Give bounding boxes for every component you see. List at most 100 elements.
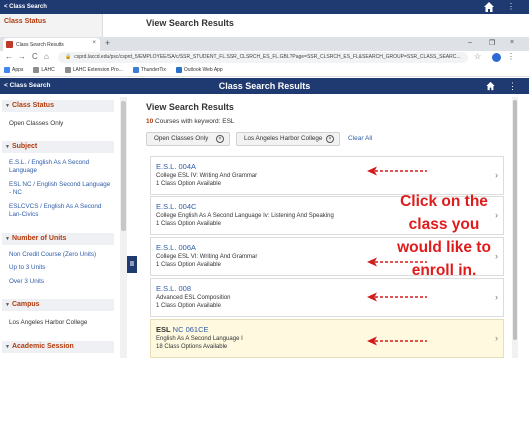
new-tab-button[interactable]: +	[105, 38, 110, 48]
course-row[interactable]: ESL NC 061CE English As A Second Languag…	[150, 319, 504, 358]
caret-down-icon: ▼	[5, 344, 10, 350]
filter-heading-campus[interactable]: ▼ Campus	[2, 299, 114, 311]
bookmark-label: Apps	[12, 67, 24, 73]
bookmark-label: ThunderTix	[140, 67, 166, 73]
chip-remove-icon[interactable]: ×	[326, 135, 334, 143]
course-row[interactable]: E.S.L. 008 Advanced ESL Composition 1 Cl…	[150, 278, 504, 317]
ghost-page-title: View Search Results	[146, 18, 234, 28]
course-availability: 1 Class Option Available	[156, 181, 221, 187]
actions-menu-icon[interactable]: ⋮	[508, 81, 517, 91]
bookmark-favicon-icon	[64, 67, 71, 73]
filter-panel-scrollbar[interactable]	[120, 97, 127, 358]
clear-all-link[interactable]: Clear All	[348, 135, 372, 142]
page-title: Class Search Results	[218, 81, 311, 91]
course-code: E.S.L. 008	[156, 284, 192, 293]
back-button[interactable]: ←	[5, 52, 13, 61]
caret-down-icon: ▼	[5, 302, 10, 308]
bookmark-item[interactable]: ThunderTix	[132, 67, 166, 73]
course-title: College English As A Second Language Iv:…	[156, 213, 334, 219]
url-input[interactable]: 🔒 csprd.laccd.edu/psc/csprd_5/EMPLOYEE/SA…	[58, 52, 468, 63]
annotation-line: Click on the	[400, 193, 488, 210]
filter-panel: ▼ Class Status Open Classes Only ▼ Subject…	[0, 97, 117, 358]
filter-link-over-3[interactable]: Over 3 Units	[9, 278, 114, 286]
results-scrollbar[interactable]	[512, 97, 518, 358]
course-code: ESL NC 061CE	[156, 325, 209, 334]
tab-title: Class Search Results	[16, 41, 64, 48]
browser-tab-bar: Class Search Results × + – ❐ ×	[0, 37, 529, 51]
course-code: E.S.L. 004C	[156, 202, 197, 211]
home-button[interactable]: ⌂	[44, 52, 49, 61]
bookmark-favicon-icon	[4, 67, 10, 73]
course-title: College ESL IV: Writing And Grammar	[156, 173, 258, 179]
results-heading: View Search Results	[146, 102, 234, 112]
chip-campus[interactable]: Los Angeles Harbor College ×	[236, 132, 340, 146]
filter-heading-class-status[interactable]: ▼ Class Status	[2, 100, 114, 112]
lock-icon: 🔒	[65, 54, 72, 60]
annotation-line: enroll in.	[411, 262, 477, 279]
bookmark-label: Outlook Web App	[183, 67, 223, 73]
bookmark-favicon-icon	[132, 67, 139, 73]
app-header: < Class Search Class Search Results ⋮	[0, 78, 529, 94]
bookmark-item[interactable]: LAHC	[33, 67, 55, 73]
caret-down-icon: ▼	[5, 236, 10, 242]
ghost-back-link: < Class Search	[4, 4, 47, 10]
filter-link-esl-nc[interactable]: ESL NC / English Second Language - NC	[9, 181, 114, 197]
filter-heading-subject[interactable]: ▼ Subject	[2, 141, 114, 153]
bookmark-item[interactable]: LAHC Extension Pro...	[64, 67, 123, 73]
chevron-right-icon: ›	[495, 333, 498, 343]
chip-remove-icon[interactable]: ×	[216, 135, 224, 143]
chevron-right-icon: ›	[495, 170, 498, 180]
annotation-line: would like to	[397, 239, 491, 256]
filter-value-open-classes: Open Classes Only	[9, 120, 64, 127]
bookmark-label: LAHC	[41, 67, 55, 73]
bookmark-favicon-icon	[175, 67, 182, 73]
reload-button[interactable]: C	[32, 52, 38, 61]
collapse-panel-button[interactable]: II	[127, 256, 137, 273]
close-window-button[interactable]: ×	[510, 39, 514, 46]
url-text: csprd.laccd.edu/psc/csprd_5/EMPLOYEE/SA/…	[74, 54, 461, 60]
course-availability: 1 Class Option Available	[156, 262, 221, 268]
ghost-class-status: Class Status	[4, 18, 47, 25]
annotation-arrow-icon	[367, 166, 427, 176]
course-title: English As A Second Language I	[156, 336, 243, 342]
chip-open-classes[interactable]: Open Classes Only ×	[146, 132, 230, 146]
ghost-menu-icon: ⋮	[507, 2, 515, 11]
course-availability: 18 Class Options Available	[156, 344, 228, 350]
chevron-right-icon: ›	[495, 292, 498, 302]
tab-close-icon[interactable]: ×	[92, 40, 96, 46]
tab-favicon-icon	[6, 41, 13, 48]
minimize-button[interactable]: –	[468, 39, 472, 46]
filter-link-eslcvcs[interactable]: ESLCVCS / English As A Second Lan-Civics	[9, 203, 114, 219]
home-icon[interactable]	[485, 81, 496, 91]
annotation-line: class you	[408, 216, 480, 233]
filter-heading-academic-session[interactable]: ▼ Academic Session	[2, 341, 114, 353]
filter-link-esl[interactable]: E.S.L. / English As A Second Language	[9, 159, 114, 175]
browser-menu-icon[interactable]: ⋮	[507, 52, 515, 61]
bookmark-star-icon[interactable]: ☆	[474, 52, 481, 61]
results-scroll-thumb[interactable]	[513, 100, 517, 340]
profile-avatar[interactable]	[492, 53, 501, 62]
course-code-match: ESL	[156, 325, 171, 334]
course-availability: 1 Class Option Available	[156, 303, 221, 309]
bookmark-item[interactable]: Outlook Web App	[175, 67, 223, 73]
results-count: 10 Courses with keyword: ESL	[146, 118, 235, 125]
forward-button[interactable]: →	[18, 52, 26, 61]
ghost-sidebar: Class Status	[0, 14, 103, 37]
filter-link-zero-units[interactable]: Non Credit Course (Zero Units)	[9, 251, 114, 259]
browser-tab[interactable]: Class Search Results ×	[3, 38, 100, 51]
instruction-annotation: Click on the class you would like to enr…	[385, 190, 503, 282]
ghost-home-icon	[484, 2, 494, 12]
filter-link-up-to-3[interactable]: Up to 3 Units	[9, 264, 114, 272]
course-code: E.S.L. 006A	[156, 243, 197, 252]
maximize-button[interactable]: ❐	[489, 39, 495, 47]
annotation-arrow-icon	[367, 292, 427, 302]
caret-down-icon: ▼	[5, 103, 10, 109]
bookmark-favicon-icon	[33, 67, 40, 73]
filter-heading-units[interactable]: ▼ Number of Units	[2, 233, 114, 245]
filter-panel-scroll-thumb[interactable]	[121, 101, 126, 231]
course-title: College ESL VI: Writing And Grammar	[156, 254, 258, 260]
annotation-arrow-icon	[367, 336, 427, 346]
bookmark-item[interactable]: Apps	[4, 67, 23, 73]
course-availability: 1 Class Option Available	[156, 221, 221, 227]
bookmarks-bar: Apps LAHC LAHC Extension Pro... ThunderTix O…	[0, 64, 529, 77]
